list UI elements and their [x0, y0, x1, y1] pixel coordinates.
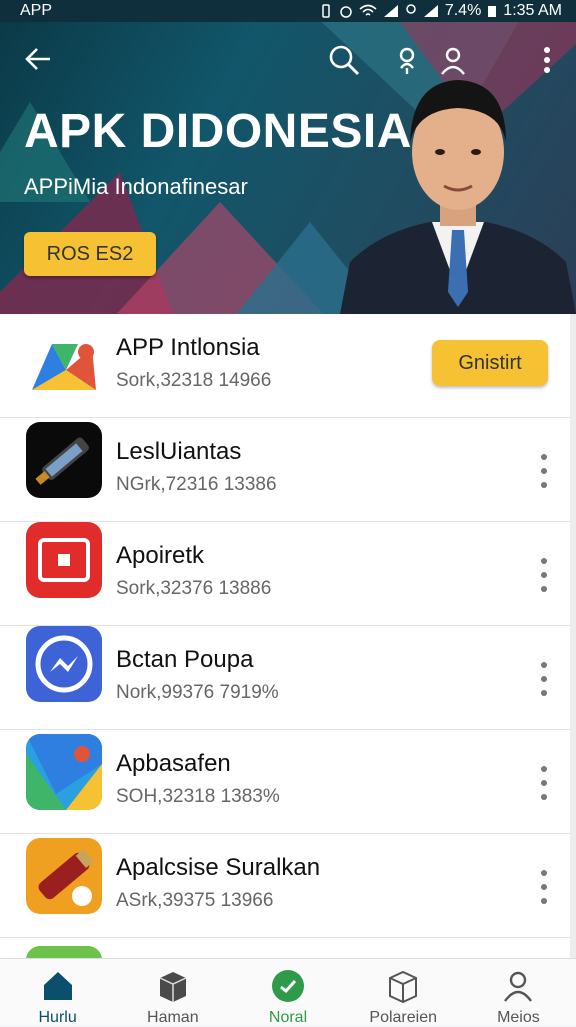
maps-icon	[26, 734, 102, 810]
nav-item-badge[interactable]: Noral	[230, 959, 345, 1026]
more-options-icon[interactable]	[534, 870, 554, 904]
presenter-photo	[340, 80, 576, 314]
back-arrow-icon[interactable]	[24, 46, 52, 72]
badge-icon	[272, 970, 304, 1002]
home-icon	[43, 972, 72, 1000]
record-icon	[26, 522, 102, 598]
battery-icon	[488, 6, 497, 17]
nav-label: Noral	[268, 1009, 308, 1026]
box-icon	[159, 972, 187, 1002]
more-options-icon[interactable]	[534, 662, 554, 696]
list-item[interactable]	[0, 938, 576, 958]
wifi-icon	[359, 4, 377, 16]
bottom-navigation: Hurlu Haman Noral Polareien Meios	[0, 958, 576, 1026]
app-title: Apbasafen	[116, 750, 231, 777]
list-item[interactable]: Apbasafen SOH,32318 1383%	[0, 730, 576, 834]
scrollbar[interactable]	[570, 314, 576, 958]
app-meta: Nork,99376 7919%	[116, 682, 279, 703]
page-title: APK DIDONESIA	[24, 105, 412, 158]
app-list: APP Intlonsia Sork,32318 14966 Gnistirt …	[0, 314, 576, 958]
more-options-icon[interactable]	[534, 454, 554, 488]
nav-item-box[interactable]: Haman	[115, 959, 230, 1026]
battery-level: 7.4%	[444, 2, 482, 19]
signal-icon	[383, 5, 398, 17]
overflow-menu-icon[interactable]	[540, 46, 554, 74]
status-app-label: APP	[20, 2, 53, 19]
person-icon	[504, 971, 533, 1002]
nav-label: Polareien	[369, 1009, 438, 1026]
search-icon[interactable]	[328, 44, 360, 76]
list-item[interactable]: Apalcsise Suralkan ASrk,39375 13966	[0, 834, 576, 938]
more-options-icon[interactable]	[534, 558, 554, 592]
nav-label: Meios	[497, 1009, 540, 1026]
messenger-icon	[26, 626, 102, 702]
header-action-button[interactable]: ROS ES2	[24, 232, 156, 276]
app-title: Bctan Poupa	[116, 646, 254, 673]
vibrate-icon	[322, 4, 330, 18]
account-icon[interactable]	[440, 46, 466, 76]
list-item[interactable]: Apoiretk Sork,32376 13886	[0, 522, 576, 626]
nav-item-cube[interactable]: Polareien	[346, 959, 461, 1026]
page-subtitle: APPiMia Indonafinesar	[24, 174, 248, 199]
status-bar: APP 7.4% 1:35 AM	[0, 0, 576, 22]
list-item[interactable]: Bctan Poupa Nork,99376 7919%	[0, 626, 576, 730]
app-title: LeslUiantas	[116, 438, 242, 465]
header-banner: APK DIDONESIA APPiMia Indonafinesar ROS …	[0, 22, 576, 314]
app-bar	[0, 22, 576, 92]
app-meta: NGrk,72316 13386	[116, 474, 277, 495]
list-item[interactable]: APP Intlonsia Sork,32318 14966 Gnistirt	[0, 314, 576, 418]
app-meta: ASrk,39375 13966	[116, 890, 274, 911]
app-title: Apalcsise Suralkan	[116, 854, 321, 881]
app-meta: Sork,32376 13886	[116, 578, 272, 599]
app-meta: SOH,32318 1383%	[116, 786, 280, 807]
tool-icon	[26, 838, 102, 914]
maps-pin-icon	[26, 330, 102, 406]
list-item[interactable]: LeslUiantas NGrk,72316 13386	[0, 418, 576, 522]
app-meta: Sork,32318 14966	[116, 370, 272, 391]
app-icon-partial	[26, 946, 102, 958]
nav-label: Haman	[147, 1009, 199, 1026]
status-icons: 7.4% 1:35 AM	[319, 2, 562, 20]
more-options-icon[interactable]	[534, 766, 554, 800]
location-icon	[406, 4, 416, 14]
status-time: 1:35 AM	[503, 2, 562, 19]
app-title: APP Intlonsia	[116, 334, 260, 361]
app-title: Apoiretk	[116, 542, 205, 569]
nav-item-profile[interactable]: Meios	[461, 959, 576, 1026]
alarm-icon	[340, 6, 352, 18]
phone-device-icon	[26, 422, 102, 498]
cube-icon	[389, 970, 418, 1003]
nav-item-home[interactable]: Hurlu	[0, 959, 115, 1026]
nav-label: Hurlu	[38, 1009, 77, 1026]
signal-icon-2	[423, 5, 438, 17]
install-button[interactable]: Gnistirt	[432, 340, 548, 386]
share-icon[interactable]	[394, 46, 420, 76]
